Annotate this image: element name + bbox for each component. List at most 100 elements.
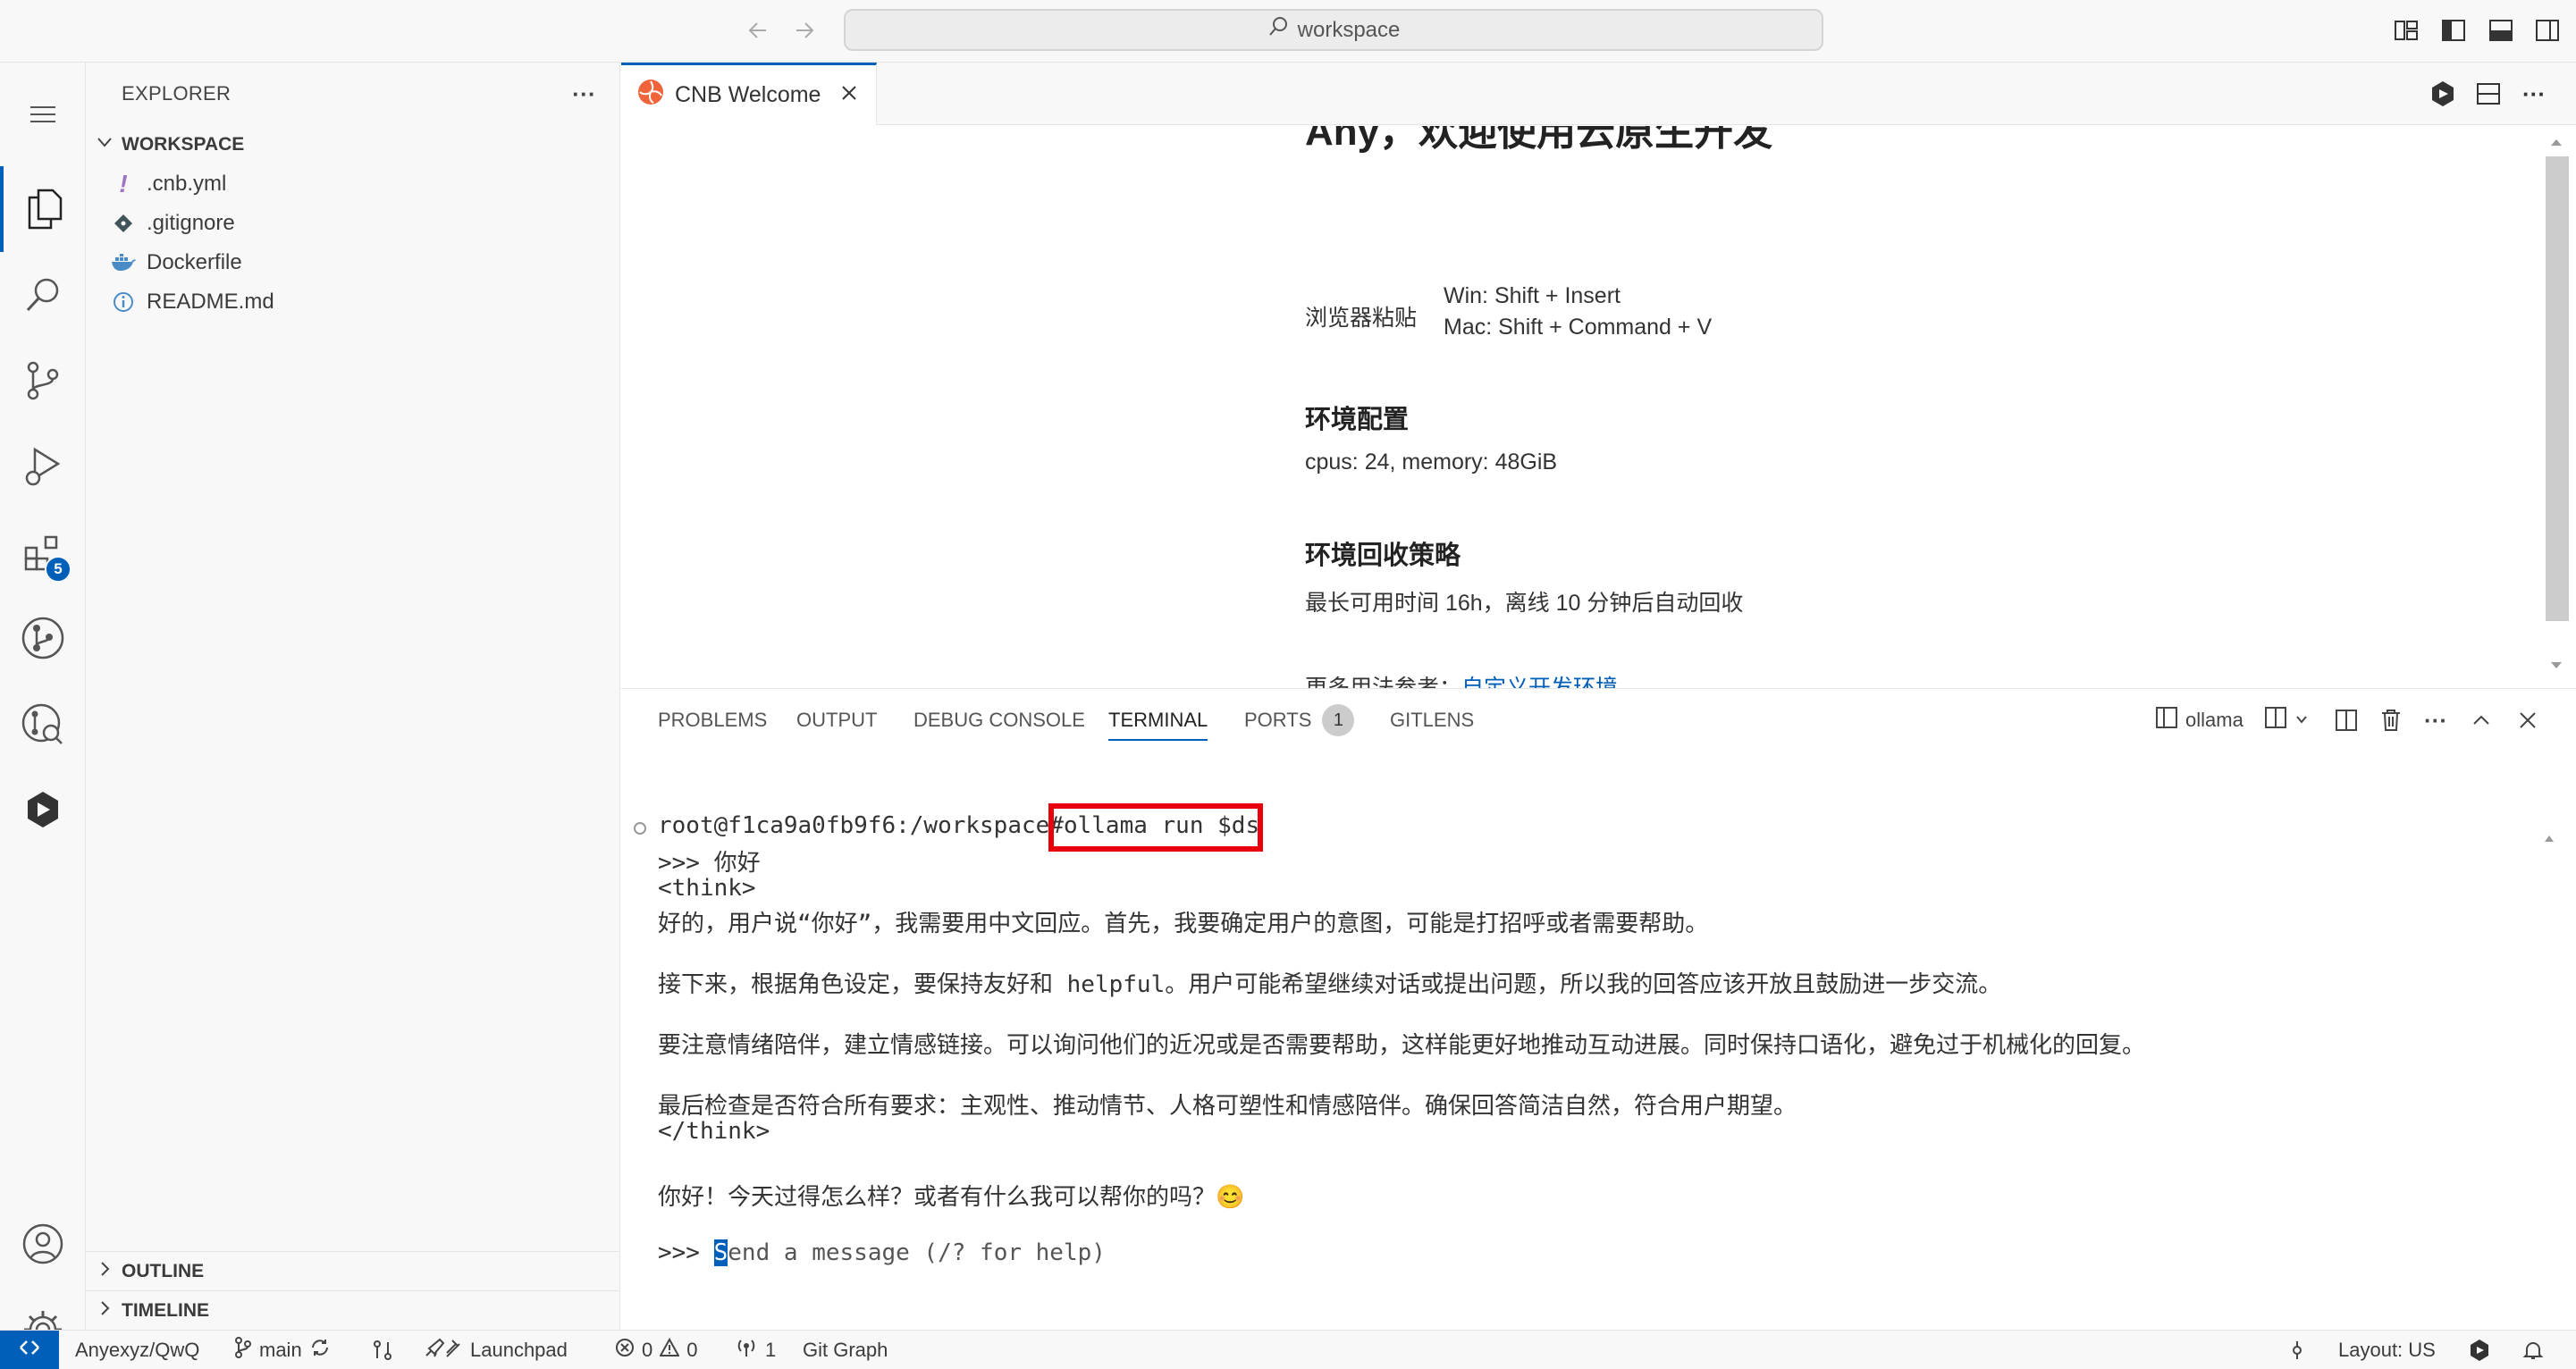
explorer-icon[interactable]: [0, 166, 86, 252]
terminal-line: >>> 你好: [658, 850, 761, 877]
terminal-scroll-up-icon[interactable]: [2543, 823, 2555, 850]
repo-status[interactable]: Anyexyz/QwQ: [75, 1331, 199, 1369]
gitlens-inspect-icon[interactable]: [0, 681, 86, 767]
close-icon[interactable]: [840, 82, 858, 108]
git-icon: [111, 214, 136, 233]
terminal-line: <think>: [658, 875, 756, 902]
branch-status[interactable]: main: [234, 1331, 331, 1369]
workspace-section-header[interactable]: WORKSPACE: [86, 125, 619, 164]
file-item-dockerfile[interactable]: Dockerfile: [86, 243, 619, 282]
terminal-line: 接下来，根据角色设定，要保持友好和 helpful。用户可能希望继续对话或提出问…: [658, 971, 2002, 998]
new-terminal-dropdown[interactable]: [2264, 704, 2309, 736]
timeline-section-header[interactable]: TIMELINE: [86, 1290, 620, 1330]
git-compare-icon[interactable]: [372, 1331, 393, 1369]
more-usage-line: 更多用法参考：自定义开发环境: [1305, 670, 1618, 688]
browser-paste-label: 浏览器粘贴: [1305, 306, 1418, 331]
search-icon[interactable]: [0, 252, 86, 338]
chevron-right-icon: [95, 1259, 114, 1284]
git-commit-icon[interactable]: [2286, 1331, 2308, 1369]
source-control-icon[interactable]: [0, 338, 86, 424]
more-actions-icon[interactable]: ···: [2518, 78, 2550, 110]
run-debug-icon[interactable]: [0, 424, 86, 509]
extensions-icon[interactable]: 5: [0, 509, 86, 595]
ports-status[interactable]: 1: [735, 1331, 776, 1369]
accounts-icon[interactable]: [0, 1201, 86, 1287]
welcome-heading: Any，欢迎使用云原生开发: [1305, 126, 1773, 154]
more-actions-icon[interactable]: ···: [572, 80, 596, 108]
command-center-search[interactable]: workspace: [844, 9, 1823, 51]
toggle-secondary-sidebar-icon[interactable]: [2531, 14, 2563, 46]
error-count: 0: [642, 1339, 653, 1361]
terminal-split-icon: [2155, 706, 2178, 735]
editor-scrollbar-thumb[interactable]: [2546, 156, 2569, 621]
file-item-gitignore[interactable]: .gitignore: [86, 204, 619, 243]
tab-debug-console[interactable]: DEBUG CONSOLE: [913, 689, 1085, 752]
sync-icon[interactable]: [309, 1337, 331, 1364]
more-actions-icon[interactable]: ···: [2420, 704, 2452, 736]
tab-label: CNB Welcome: [675, 82, 821, 107]
tab-output[interactable]: OUTPUT: [796, 689, 877, 752]
git-branch-icon: [234, 1337, 252, 1364]
cnb-icon[interactable]: [0, 767, 86, 852]
customize-layout-icon[interactable]: [2390, 14, 2422, 46]
terminal-line: 要注意情绪陪伴，建立情感链接。可以询问他们的近况或是否需要帮助，这样能更好地推动…: [658, 1032, 2146, 1059]
command-decoration-icon[interactable]: [634, 822, 646, 835]
input-prompt: >>>: [658, 1239, 714, 1266]
editor-tab-bar: CNB Welcome ···: [621, 63, 2576, 125]
scroll-up-arrow-icon[interactable]: [2547, 136, 2565, 150]
cnb-logo-icon: [637, 79, 664, 112]
trash-icon[interactable]: [2375, 704, 2407, 736]
tab-cnb-welcome[interactable]: CNB Welcome: [621, 63, 877, 125]
tab-terminal[interactable]: TERMINAL: [1108, 689, 1208, 752]
tab-ports-label: PORTS: [1244, 709, 1312, 731]
keyboard-layout-status[interactable]: Layout: US: [2338, 1331, 2436, 1369]
workspace-label: WORKSPACE: [122, 134, 245, 155]
remote-icon: [18, 1336, 41, 1365]
file-item-readme[interactable]: README.md: [86, 282, 619, 322]
tab-problems[interactable]: PROBLEMS: [658, 689, 767, 752]
remote-indicator[interactable]: [0, 1331, 59, 1369]
split-panel-icon[interactable]: [2330, 704, 2362, 736]
toggle-sidebar-icon[interactable]: [2437, 14, 2470, 46]
search-icon: [1267, 16, 1289, 44]
menu-icon[interactable]: [0, 71, 86, 157]
bell-icon[interactable]: [2522, 1331, 2544, 1369]
terminal-line: 好的，用户说“你好”，我需要用中文回应。首先，我要确定用户的意图，可能是打招呼或…: [658, 911, 1709, 937]
problems-status[interactable]: 0 0: [615, 1331, 698, 1369]
info-icon: [111, 291, 136, 313]
ollama-input-line[interactable]: >>> Send a message (/? for help): [658, 1239, 1106, 1266]
toggle-panel-icon[interactable]: [2485, 14, 2517, 46]
cnb-welcome-page: Any，欢迎使用云原生开发 浏览器粘贴 Win: Shift + Insert …: [621, 126, 2543, 688]
arrow-right-icon[interactable]: [788, 14, 821, 46]
file-label: Dockerfile: [147, 250, 242, 274]
file-label: .cnb.yml: [147, 172, 227, 196]
terminal-instance-selector[interactable]: ollama: [2155, 704, 2243, 736]
terminal-output[interactable]: root@f1ca9a0fb9f6:/workspace#ollama run …: [621, 752, 2576, 1331]
split-terminal-icon: [2264, 706, 2287, 735]
outline-section-header[interactable]: OUTLINE: [86, 1251, 620, 1290]
arrow-left-icon[interactable]: [742, 14, 774, 46]
git-graph-status[interactable]: Git Graph: [803, 1331, 888, 1369]
docker-icon: [111, 254, 136, 272]
tab-gitlens[interactable]: GITLENS: [1390, 689, 1474, 752]
scroll-down-arrow-icon[interactable]: [2547, 659, 2565, 674]
outline-label: OUTLINE: [122, 1260, 205, 1281]
close-panel-icon[interactable]: [2512, 704, 2544, 736]
env-recycle-heading: 环境回收策略: [1305, 542, 1461, 570]
ports-count: 1: [765, 1339, 777, 1361]
custom-env-link[interactable]: 自定义开发环境: [1461, 676, 1618, 688]
cnb-status-icon[interactable]: [2469, 1331, 2490, 1369]
launchpad-status[interactable]: Launchpad: [424, 1331, 568, 1369]
cnb-action-icon[interactable]: [2427, 78, 2459, 110]
tab-ports[interactable]: PORTS 1: [1244, 689, 1355, 752]
file-item-cnb-yml[interactable]: ! .cnb.yml: [86, 164, 619, 204]
maximize-panel-icon[interactable]: [2465, 704, 2497, 736]
broadcast-icon: [735, 1337, 758, 1364]
panel-tab-bar: PROBLEMS OUTPUT DEBUG CONSOLE TERMINAL P…: [621, 689, 2576, 752]
chevron-down-icon: [2294, 709, 2309, 732]
terminal-cursor: S: [713, 1239, 728, 1266]
bottom-panel: PROBLEMS OUTPUT DEBUG CONSOLE TERMINAL P…: [621, 688, 2576, 1330]
git-graph-icon[interactable]: [0, 595, 86, 681]
split-editor-icon[interactable]: [2472, 78, 2504, 110]
warning-icon: [659, 1337, 680, 1363]
